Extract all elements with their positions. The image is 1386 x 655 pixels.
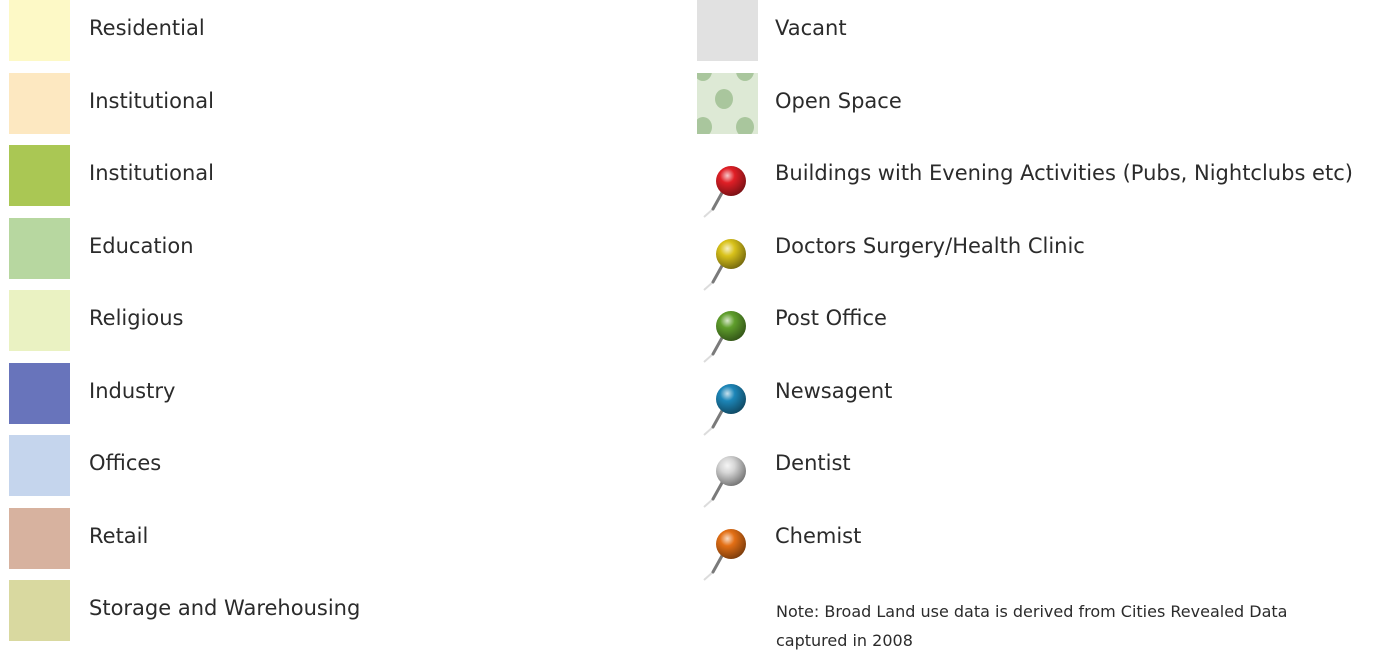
legend-label: Offices (89, 451, 162, 475)
legend-label: Residential (89, 16, 205, 40)
storage-and-warehousing-swatch (9, 580, 70, 641)
legend-label: Chemist (775, 523, 862, 548)
legend-label: Doctors Surgery/Health Clinic (775, 233, 1085, 258)
offices-swatch (9, 435, 70, 496)
legend-label: Post Office (775, 306, 887, 330)
legend-label: Vacant (775, 16, 847, 40)
legend-label: Storage and Warehousing (89, 596, 361, 620)
dot-pattern-icon (697, 72, 754, 134)
orange-pin-icon (703, 528, 746, 581)
green-pin-icon (703, 311, 746, 363)
open-space-swatch (697, 72, 758, 134)
vacant-swatch (697, 0, 758, 61)
legend-label: Industry (89, 378, 176, 403)
map-legend: Residential Institutional Institutional Edu… (0, 0, 1386, 650)
retail-swatch (9, 507, 70, 569)
white-pin-icon (703, 456, 746, 508)
legend-label: Religious (89, 306, 184, 330)
institutional-swatch (9, 145, 70, 206)
legend-label: Dentist (775, 451, 851, 475)
legend-label: Retail (89, 523, 149, 548)
legend-label: Institutional (89, 88, 214, 113)
yellow-pin-icon (703, 238, 746, 291)
religious-swatch (9, 290, 70, 351)
data-source-note: Note: Broad Land use data is derived fro… (776, 602, 1288, 650)
legend-label: Education (89, 233, 194, 258)
legend-label: Institutional (89, 161, 214, 185)
industry-swatch (9, 362, 70, 424)
legend-label: Newsagent (775, 378, 893, 403)
education-swatch (9, 217, 70, 279)
legend-label: Open Space (775, 88, 902, 113)
residential-swatch (9, 0, 70, 61)
legend-label: Buildings with Evening Activities (Pubs,… (775, 161, 1353, 185)
red-pin-icon (703, 166, 746, 218)
institutional-swatch (9, 72, 70, 134)
blue-pin-icon (703, 383, 746, 436)
